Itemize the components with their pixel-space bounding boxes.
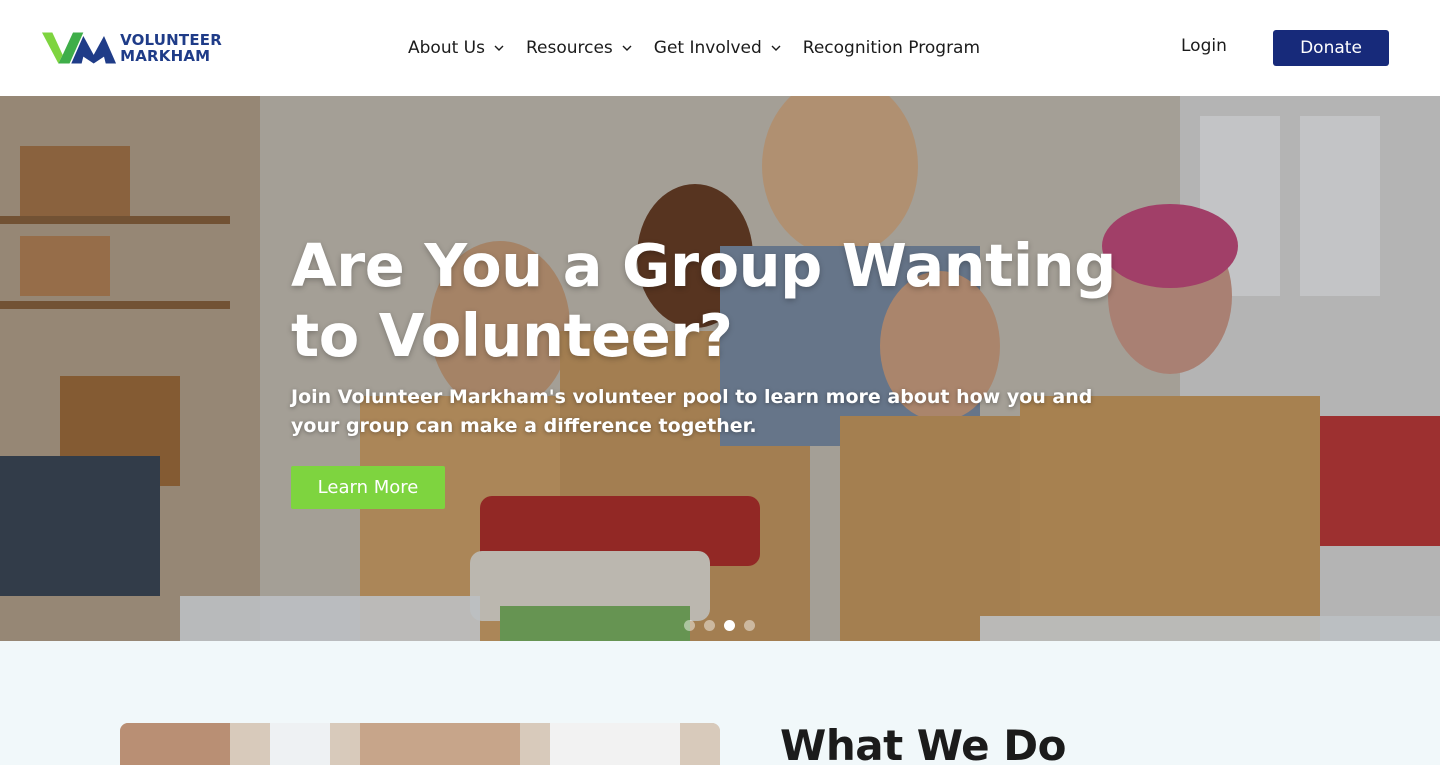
hero-content: Are You a Group Wanting to Volunteer? Jo… xyxy=(291,231,1151,441)
login-link[interactable]: Login xyxy=(1181,36,1227,56)
logo-line-1: VOLUNTEER xyxy=(120,31,222,49)
site-logo[interactable]: VOLUNTEER MARKHAM xyxy=(42,28,222,68)
hero-title: Are You a Group Wanting to Volunteer? xyxy=(291,231,1116,370)
main-nav: About Us Resources Get Involved Recognit… xyxy=(408,36,980,60)
chevron-down-icon xyxy=(771,45,781,51)
nav-item-recognition-program[interactable]: Recognition Program xyxy=(803,38,980,58)
logo-line-2: MARKHAM xyxy=(120,47,211,65)
chevron-down-icon xyxy=(494,45,504,51)
learn-more-button[interactable]: Learn More xyxy=(291,466,445,509)
hero-carousel: Are You a Group Wanting to Volunteer? Jo… xyxy=(0,96,1440,641)
nav-label: Get Involved xyxy=(653,38,762,58)
nav-item-resources[interactable]: Resources xyxy=(526,38,632,58)
nav-label: About Us xyxy=(408,38,485,58)
donate-button[interactable]: Donate xyxy=(1273,30,1389,66)
section-title: What We Do xyxy=(780,721,1066,765)
carousel-dot-active[interactable] xyxy=(724,620,735,631)
nav-item-get-involved[interactable]: Get Involved xyxy=(654,38,781,58)
section-photo xyxy=(120,723,720,765)
carousel-dots xyxy=(684,620,764,631)
carousel-dot[interactable] xyxy=(684,620,695,631)
what-we-do-image xyxy=(120,723,720,765)
vm-logo-icon xyxy=(42,32,117,64)
nav-label: Recognition Program xyxy=(802,38,981,58)
chevron-down-icon xyxy=(622,45,632,51)
nav-label: Resources xyxy=(525,38,613,58)
what-we-do-section: What We Do xyxy=(0,641,1440,765)
nav-item-about-us[interactable]: About Us xyxy=(408,38,504,58)
logo-text: VOLUNTEER MARKHAM xyxy=(120,32,222,64)
carousel-dot[interactable] xyxy=(744,620,755,631)
site-header: VOLUNTEER MARKHAM About Us Resources Get… xyxy=(0,0,1440,96)
hero-subtitle: Join Volunteer Markham's volunteer pool … xyxy=(291,386,1093,437)
carousel-dot[interactable] xyxy=(704,620,715,631)
